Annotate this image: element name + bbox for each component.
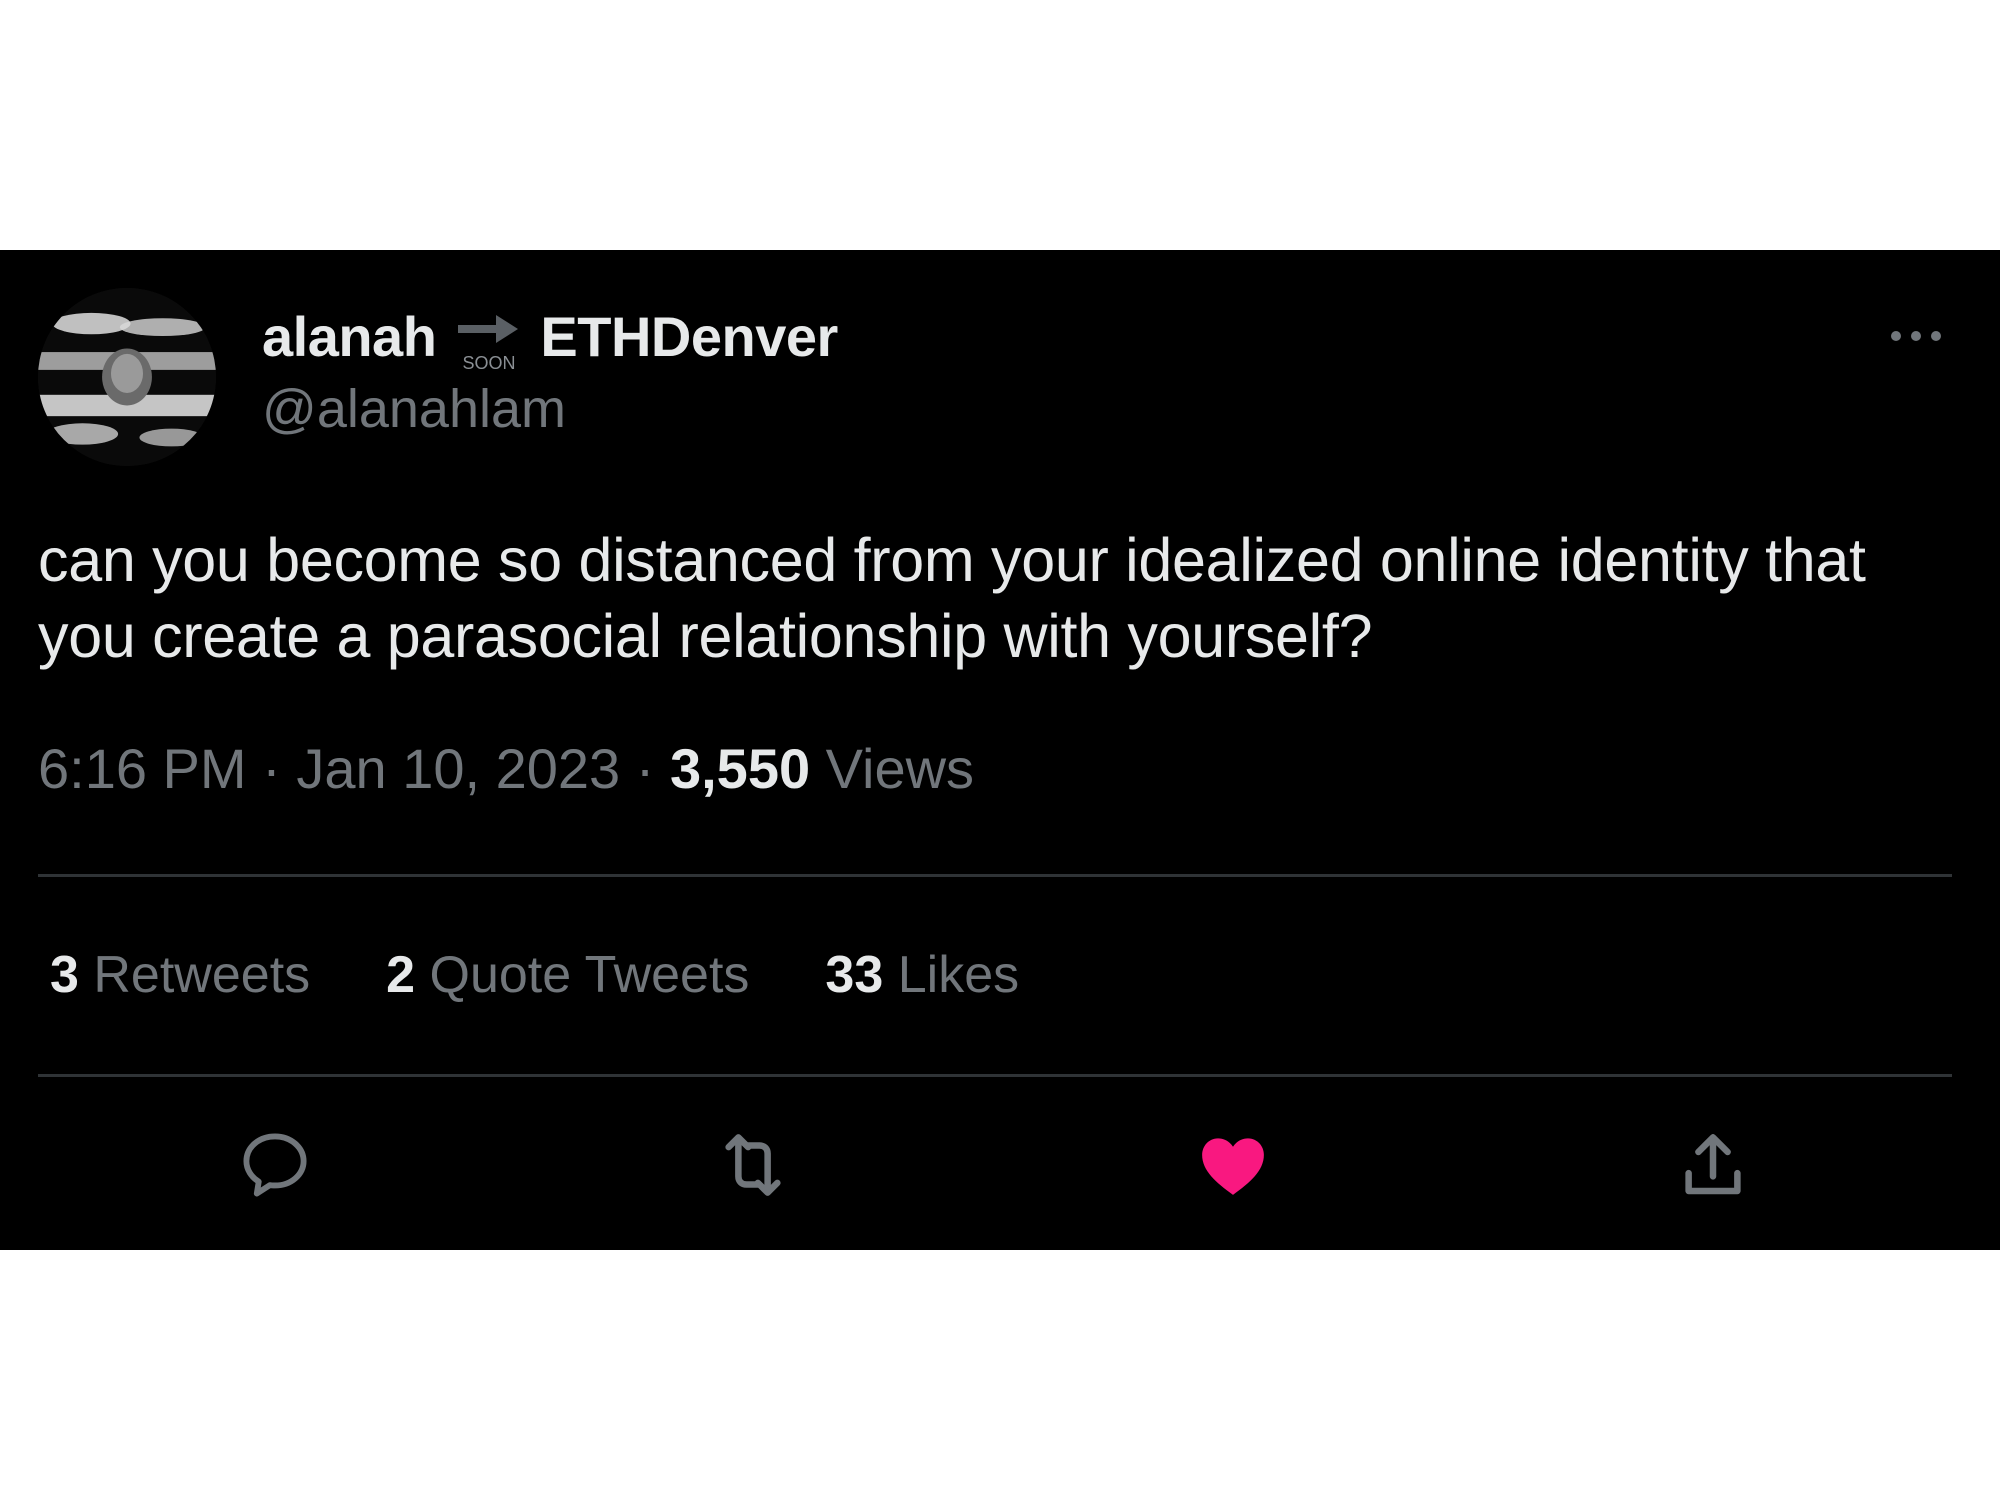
meta-separator: · [635, 737, 655, 800]
svg-text:SOON: SOON [463, 353, 516, 373]
share-icon [1685, 1134, 1741, 1195]
like-button[interactable] [1188, 1120, 1278, 1210]
tweet-time[interactable]: 6:16 PM [38, 737, 247, 800]
meta-separator: · [262, 737, 281, 800]
retweets-stat[interactable]: 3 Retweets [50, 945, 310, 1005]
author-name[interactable]: alanah SOON ETHDenver [262, 294, 838, 378]
avatar[interactable] [38, 288, 216, 466]
soon-arrow-icon: SOON [452, 305, 526, 379]
quote-tweets-count: 2 [386, 946, 416, 1004]
divider [38, 1074, 1952, 1077]
tweet-card: alanah SOON ETHDenver @alanahlam can you… [0, 250, 2000, 1250]
likes-label: Likes [897, 946, 1020, 1004]
likes-count: 33 [825, 946, 884, 1004]
more-options-button[interactable] [1880, 310, 1952, 362]
likes-stat[interactable]: 33 Likes [825, 945, 1019, 1005]
retweet-icon [725, 1134, 781, 1196]
tweet-meta: 6:16 PM · Jan 10, 2023 · 3,550 Views [38, 736, 974, 801]
retweet-button[interactable] [708, 1120, 798, 1210]
retweets-count: 3 [50, 946, 79, 1004]
author-name-part-1[interactable]: alanah [262, 304, 437, 369]
retweets-label: Retweets [93, 946, 311, 1004]
engagement-stats: 3 Retweets 2 Quote Tweets 33 Likes [50, 945, 1095, 1005]
quote-tweets-stat[interactable]: 2 Quote Tweets [386, 945, 749, 1005]
tweet-actions [38, 1120, 1952, 1220]
views-count: 3,550 [669, 737, 811, 800]
reply-icon [243, 1133, 307, 1197]
more-icon [1891, 331, 1941, 341]
reply-button[interactable] [230, 1120, 320, 1210]
author-handle[interactable]: @alanahlam [262, 378, 566, 440]
views-label: Views [825, 737, 975, 800]
avatar-image [38, 288, 216, 466]
share-button[interactable] [1668, 1120, 1758, 1210]
divider [38, 874, 1952, 877]
tweet-text: can you become so distanced from your id… [38, 526, 1866, 670]
author-name-part-2[interactable]: ETHDenver [540, 304, 838, 369]
heart-icon [1202, 1138, 1264, 1195]
quote-tweets-label: Quote Tweets [429, 946, 750, 1004]
tweet-date[interactable]: Jan 10, 2023 [296, 737, 620, 800]
